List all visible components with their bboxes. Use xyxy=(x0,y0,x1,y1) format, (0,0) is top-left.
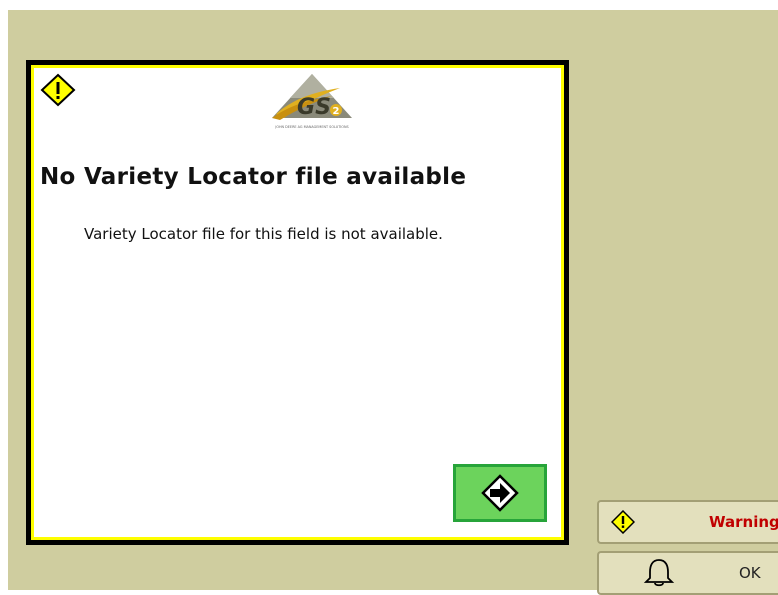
logo-subtext: JOHN DEERE AG MANAGEMENT SOLUTIONS xyxy=(274,125,348,129)
arrow-right-icon xyxy=(481,474,519,512)
ok-alert-tab[interactable]: OK xyxy=(597,551,778,595)
gs2-logo: GS 2 JOHN DEERE AG MANAGEMENT SOLUTIONS xyxy=(272,74,352,129)
warning-label: Warning xyxy=(709,513,778,531)
bell-icon xyxy=(643,559,675,587)
warning-dialog: GS 2 JOHN DEERE AG MANAGEMENT SOLUTIONS … xyxy=(26,60,569,545)
next-button[interactable] xyxy=(453,464,547,522)
ok-label: OK xyxy=(739,564,761,582)
warning-alert-tab[interactable]: Warning xyxy=(597,500,778,544)
display-screen: GS 2 JOHN DEERE AG MANAGEMENT SOLUTIONS … xyxy=(8,10,778,595)
svg-text:GS: GS xyxy=(297,95,331,120)
warning-icon xyxy=(40,73,76,107)
dialog-body: GS 2 JOHN DEERE AG MANAGEMENT SOLUTIONS … xyxy=(34,68,561,537)
dialog-title: No Variety Locator file available xyxy=(40,164,467,190)
warning-icon xyxy=(611,510,635,534)
dialog-message: Variety Locator file for this field is n… xyxy=(84,225,443,243)
svg-text:2: 2 xyxy=(333,106,340,117)
